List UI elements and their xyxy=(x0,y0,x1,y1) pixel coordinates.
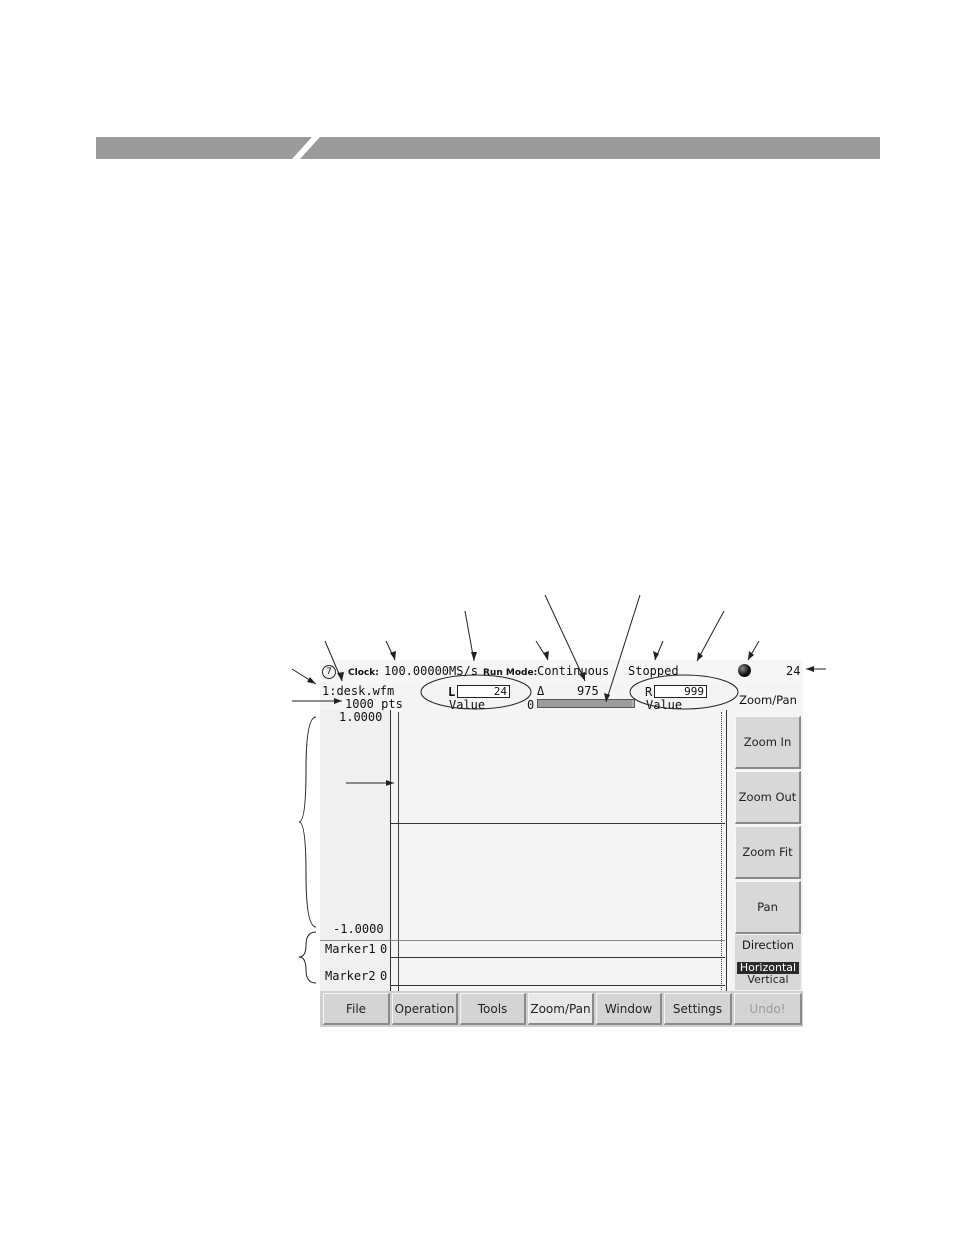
callout-leader xyxy=(544,594,586,682)
callout-overlay xyxy=(291,594,826,984)
callout-leader xyxy=(605,594,641,703)
callout-leader xyxy=(696,610,725,662)
y-axis-brace xyxy=(298,716,317,928)
marker-brace xyxy=(298,931,317,984)
right-cursor-callout-ellipse xyxy=(629,674,739,710)
left-cursor-callout-ellipse xyxy=(420,674,532,710)
